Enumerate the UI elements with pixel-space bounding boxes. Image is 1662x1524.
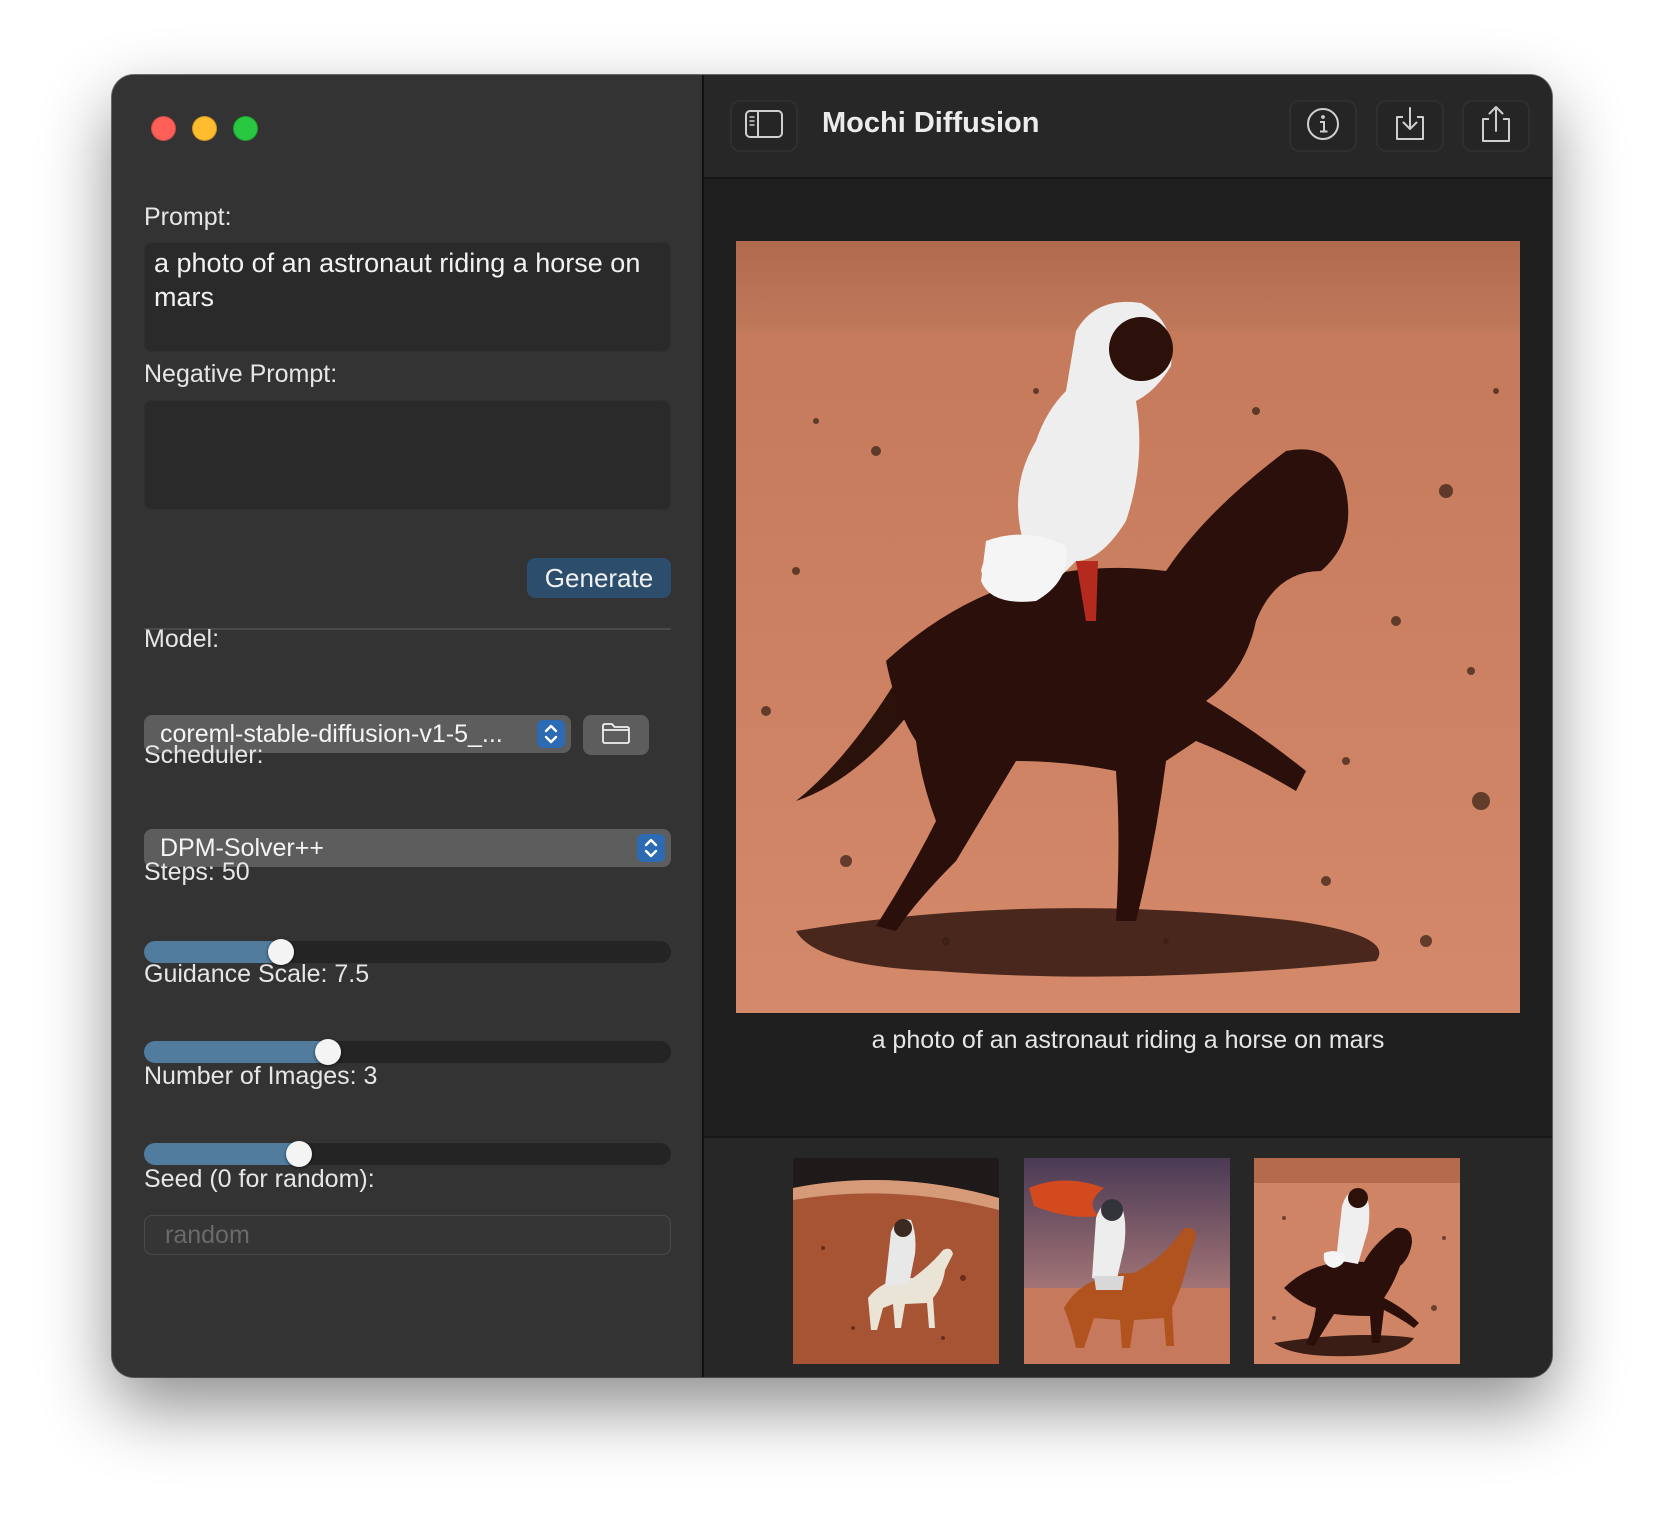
- image-caption: a photo of an astronaut riding a horse o…: [871, 1026, 1385, 1054]
- toolbar: Mochi Diffusion: [704, 75, 1552, 179]
- sidebar-divider: [144, 628, 671, 630]
- negative-prompt-label: Negative Prompt:: [144, 360, 338, 388]
- thumbnail-brown-horse[interactable]: [1024, 1158, 1230, 1364]
- thumbnail-white-horse[interactable]: [793, 1158, 999, 1364]
- sidebar: Prompt: a photo of an astronaut riding a…: [112, 75, 704, 1377]
- window-title: Mochi Diffusion: [822, 107, 1040, 139]
- number-of-images-slider-knob[interactable]: [286, 1141, 313, 1167]
- astronaut-horse-image: [736, 241, 1520, 1013]
- main-content: Mochi Diffusion a photo of an astronaut …: [704, 75, 1552, 1377]
- image-gallery: [704, 1136, 1552, 1377]
- seed-label: Seed (0 for random):: [144, 1165, 375, 1193]
- info-button[interactable]: [1289, 100, 1357, 152]
- number-of-images-slider-fill: [144, 1143, 300, 1165]
- toggle-sidebar-button[interactable]: [730, 100, 798, 152]
- minimize-window-button[interactable]: [192, 116, 217, 141]
- save-image-button[interactable]: [1376, 100, 1444, 152]
- thumbnail-dark-horse[interactable]: [1254, 1158, 1460, 1364]
- up-down-chevron-icon: [637, 834, 665, 862]
- sidebar-toggle-icon: [744, 109, 784, 144]
- info-icon: [1305, 106, 1341, 147]
- up-down-chevron-icon: [537, 720, 565, 748]
- prompt-input[interactable]: a photo of an astronaut riding a horse o…: [144, 242, 671, 352]
- zoom-window-button[interactable]: [233, 116, 258, 141]
- seed-input[interactable]: random: [144, 1215, 671, 1255]
- steps-label: Steps: 50: [144, 858, 250, 886]
- guidance-scale-label: Guidance Scale: 7.5: [144, 960, 370, 988]
- close-window-button[interactable]: [151, 116, 176, 141]
- guidance-scale-slider[interactable]: [144, 1039, 671, 1065]
- folder-icon: [601, 721, 631, 750]
- negative-prompt-input[interactable]: [144, 400, 671, 510]
- prompt-label: Prompt:: [144, 203, 232, 231]
- model-label: Model:: [144, 625, 220, 653]
- generated-image[interactable]: [736, 241, 1520, 1013]
- app-window: Prompt: a photo of an astronaut riding a…: [112, 75, 1552, 1377]
- generate-button[interactable]: Generate: [527, 558, 671, 598]
- share-icon: [1478, 104, 1514, 149]
- scheduler-label: Scheduler:: [144, 741, 264, 769]
- window-controls: [151, 116, 258, 141]
- guidance-scale-slider-fill: [144, 1041, 329, 1063]
- save-icon: [1392, 105, 1428, 148]
- share-button[interactable]: [1462, 100, 1530, 152]
- open-model-folder-button[interactable]: [583, 715, 649, 755]
- number-of-images-slider[interactable]: [144, 1141, 671, 1167]
- number-of-images-label: Number of Images: 3: [144, 1062, 378, 1090]
